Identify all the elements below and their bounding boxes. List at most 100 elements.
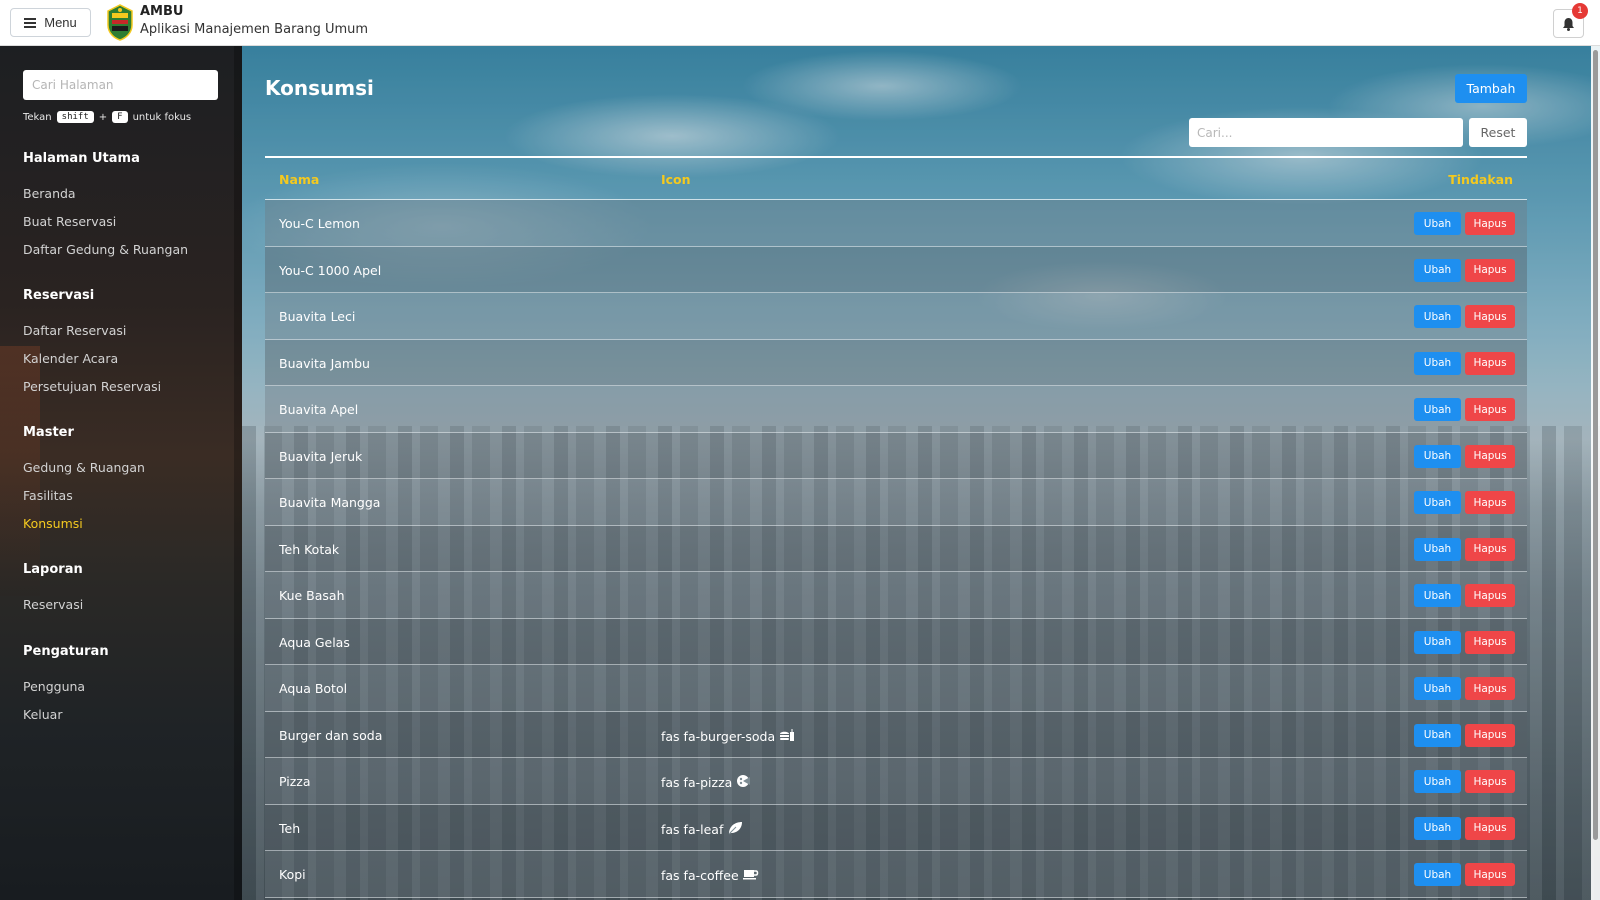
main-content: Konsumsi Tambah Reset Nama Icon Tindakan… <box>242 46 1600 900</box>
edit-button[interactable]: Ubah <box>1414 351 1461 375</box>
delete-button[interactable]: Hapus <box>1465 816 1515 840</box>
delete-button[interactable]: Hapus <box>1465 212 1515 235</box>
icon-class-text: fas fa-leaf <box>661 821 724 837</box>
edit-button[interactable]: Ubah <box>1414 863 1461 886</box>
delete-button[interactable]: Hapus <box>1465 537 1515 561</box>
edit-button[interactable]: Ubah <box>1414 816 1461 840</box>
cell-nama: Teh Kotak <box>279 541 340 557</box>
edit-button[interactable]: Ubah <box>1414 212 1461 235</box>
section-reservasi: Reservasi <box>23 288 95 303</box>
delete-button[interactable]: Hapus <box>1465 351 1515 375</box>
leaf-icon <box>727 821 743 838</box>
delete-button[interactable]: Hapus <box>1465 863 1515 886</box>
edit-button[interactable]: Ubah <box>1414 444 1461 468</box>
coffee-icon <box>742 867 759 884</box>
edit-button[interactable]: Ubah <box>1414 491 1461 514</box>
table-row: Buavita Jeruk Ubah Hapus <box>265 432 1527 479</box>
icon-class-text: fas fa-burger-soda <box>661 728 776 744</box>
column-header-nama: Nama <box>279 172 320 187</box>
table-row: Kopi fas fa-coffee Ubah Hapus <box>265 851 1527 898</box>
cell-nama: Pizza <box>279 774 311 789</box>
edit-button[interactable]: Ubah <box>1414 770 1461 793</box>
page-scrollbar[interactable] <box>1591 46 1600 900</box>
table-row: Kue Basah Ubah Hapus <box>265 572 1527 619</box>
sidebar-search-input[interactable] <box>23 70 218 100</box>
edit-button[interactable]: Ubah <box>1414 723 1461 747</box>
hint-prefix: Tekan <box>23 111 52 123</box>
app-logo <box>107 4 133 41</box>
cell-nama: Burger dan soda <box>279 727 383 743</box>
cell-nama: Buavita Jambu <box>279 355 370 371</box>
delete-button[interactable]: Hapus <box>1465 630 1515 654</box>
delete-button[interactable]: Hapus <box>1465 770 1515 793</box>
scrollbar-thumb[interactable] <box>1593 50 1598 840</box>
table-row: Teh Kotak Ubah Hapus <box>265 525 1527 572</box>
table-row: You-C Lemon Ubah Hapus <box>265 200 1527 247</box>
app-subtitle: Aplikasi Manajemen Barang Umum <box>140 22 369 37</box>
sidebar-item-keluar[interactable]: Keluar <box>23 707 62 722</box>
table-row: Aqua Gelas Ubah Hapus <box>265 618 1527 665</box>
cell-nama: You-C Lemon <box>279 216 360 231</box>
edit-button[interactable]: Ubah <box>1414 398 1461 421</box>
icon-class-text: fas fa-coffee <box>661 868 739 883</box>
delete-button[interactable]: Hapus <box>1465 584 1515 607</box>
edit-button[interactable]: Ubah <box>1414 537 1461 561</box>
cell-icon: fas fa-leaf <box>661 821 743 838</box>
delete-button[interactable]: Hapus <box>1465 258 1515 282</box>
section-halaman-utama: Halaman Utama <box>23 151 140 166</box>
cell-nama: Buavita Mangga <box>279 495 381 510</box>
sidebar-item-daftar-gedung-ruangan[interactable]: Daftar Gedung & Ruangan <box>23 242 188 257</box>
sidebar-item-buat-reservasi[interactable]: Buat Reservasi <box>23 214 116 229</box>
sidebar-item-pengguna[interactable]: Pengguna <box>23 679 85 694</box>
table-header: Nama Icon Tindakan <box>265 156 1527 200</box>
search-input[interactable] <box>1189 118 1463 147</box>
delete-button[interactable]: Hapus <box>1465 444 1515 468</box>
cell-nama: Buavita Leci <box>279 309 356 324</box>
edit-button[interactable]: Ubah <box>1414 630 1461 654</box>
delete-button[interactable]: Hapus <box>1465 677 1515 700</box>
table-row: Pizza fas fa-pizza Ubah Hapus <box>265 758 1527 805</box>
hamburger-icon <box>24 17 37 28</box>
icon-class-text: fas fa-pizza <box>661 775 733 790</box>
delete-button[interactable]: Hapus <box>1465 491 1515 514</box>
delete-button[interactable]: Hapus <box>1465 305 1515 328</box>
hint-suffix: untuk fokus <box>132 111 192 123</box>
column-header-tindakan: Tindakan <box>1448 172 1513 187</box>
delete-button[interactable]: Hapus <box>1465 398 1515 421</box>
sidebar-item-konsumsi[interactable]: Konsumsi <box>23 516 83 531</box>
cell-nama: Kopi <box>279 867 306 882</box>
section-laporan: Laporan <box>23 562 83 577</box>
add-button[interactable]: Tambah <box>1455 74 1527 103</box>
top-bar: Menu AMBU Aplikasi Manajemen Barang Umum… <box>0 0 1600 46</box>
edit-button[interactable]: Ubah <box>1414 305 1461 328</box>
sidebar-item-persetujuan-reservasi[interactable]: Persetujuan Reservasi <box>23 379 161 394</box>
cell-nama: Buavita Apel <box>279 402 359 417</box>
sidebar-item-daftar-reservasi[interactable]: Daftar Reservasi <box>23 323 126 338</box>
table-row: You-C 1000 Apel Ubah Hapus <box>265 246 1527 293</box>
delete-button[interactable]: Hapus <box>1465 723 1515 747</box>
cell-nama: You-C 1000 Apel <box>279 262 382 278</box>
section-master: Master <box>23 425 74 440</box>
edit-button[interactable]: Ubah <box>1414 677 1461 700</box>
sidebar-item-beranda[interactable]: Beranda <box>23 186 76 201</box>
sidebar-item-fasilitas[interactable]: Fasilitas <box>23 488 73 503</box>
sidebar-item-kalender-acara[interactable]: Kalender Acara <box>23 351 118 366</box>
cell-nama: Buavita Jeruk <box>279 448 363 464</box>
table-body: You-C Lemon Ubah Hapus You-C 1000 Apel U… <box>265 200 1527 898</box>
hint-plus: + <box>98 111 108 123</box>
edit-button[interactable]: Ubah <box>1414 584 1461 607</box>
table-row: Buavita Apel Ubah Hapus <box>265 386 1527 433</box>
table-row: Buavita Jambu Ubah Hapus <box>265 339 1527 386</box>
table-row: Buavita Mangga Ubah Hapus <box>265 479 1527 526</box>
notification-badge: 1 <box>1572 3 1588 19</box>
cell-icon: fas fa-coffee <box>661 867 759 884</box>
cell-icon: fas fa-burger-soda <box>661 728 795 745</box>
consumption-table: Nama Icon Tindakan You-C Lemon Ubah Hapu… <box>265 156 1527 898</box>
reset-button[interactable]: Reset <box>1469 118 1527 147</box>
sidebar-item-gedung-ruangan[interactable]: Gedung & Ruangan <box>23 460 145 475</box>
edit-button[interactable]: Ubah <box>1414 258 1461 282</box>
menu-button[interactable]: Menu <box>10 8 91 37</box>
sidebar-item-laporan-reservasi[interactable]: Reservasi <box>23 597 83 612</box>
hint-key-shift: shift <box>56 111 94 123</box>
table-row: Aqua Botol Ubah Hapus <box>265 665 1527 712</box>
